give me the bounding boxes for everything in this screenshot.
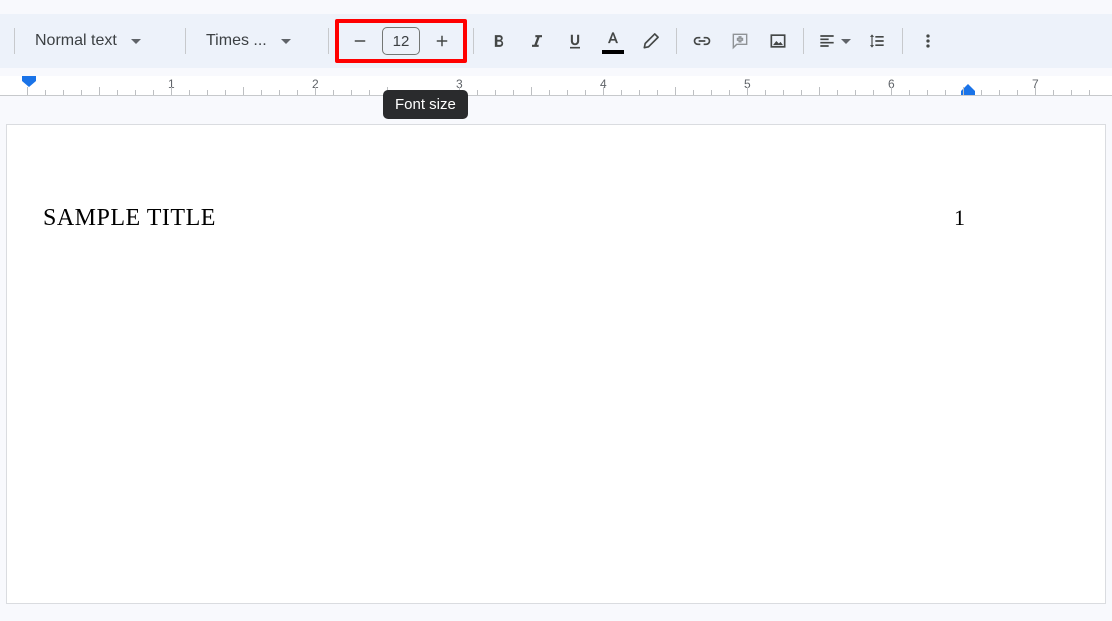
ruler-tick bbox=[891, 87, 892, 95]
decrease-font-size-button[interactable] bbox=[346, 27, 374, 55]
ruler-left-indent-marker[interactable] bbox=[22, 76, 38, 95]
ruler-tick bbox=[837, 90, 838, 95]
separator bbox=[473, 28, 474, 54]
ruler-tick bbox=[315, 87, 316, 95]
ruler-tick bbox=[63, 90, 64, 95]
ruler-tick bbox=[801, 90, 802, 95]
ruler-tick bbox=[783, 90, 784, 95]
italic-button[interactable] bbox=[520, 24, 554, 58]
ruler-tick bbox=[927, 90, 928, 95]
more-options-button[interactable] bbox=[911, 24, 945, 58]
increase-font-size-button[interactable] bbox=[428, 27, 456, 55]
ruler-tick bbox=[27, 87, 28, 95]
font-family-dropdown[interactable]: Times ... bbox=[192, 24, 322, 58]
ruler-tick bbox=[981, 90, 982, 95]
ruler-tick bbox=[495, 90, 496, 95]
ruler-tick bbox=[207, 90, 208, 95]
highlight-color-button[interactable] bbox=[634, 24, 668, 58]
ruler-tick bbox=[711, 90, 712, 95]
ruler-tick bbox=[369, 90, 370, 95]
ruler-tick bbox=[81, 90, 82, 95]
ruler-tick bbox=[549, 90, 550, 95]
ruler-tick bbox=[279, 90, 280, 95]
paragraph-style-label: Normal text bbox=[35, 32, 117, 50]
ruler-tick bbox=[1035, 87, 1036, 95]
ruler-tick bbox=[819, 87, 820, 95]
ruler-tick bbox=[567, 90, 568, 95]
font-size-tooltip: Font size bbox=[383, 90, 468, 119]
document-canvas: SAMPLE TITLE 1 bbox=[0, 96, 1112, 604]
ruler-tick bbox=[225, 90, 226, 95]
line-spacing-button[interactable] bbox=[860, 24, 894, 58]
separator bbox=[328, 28, 329, 54]
ruler-tick bbox=[999, 90, 1000, 95]
ruler-tick bbox=[657, 90, 658, 95]
ruler-tick bbox=[171, 87, 172, 95]
ruler-tick bbox=[873, 90, 874, 95]
ruler-tick bbox=[45, 90, 46, 95]
ruler-tick bbox=[99, 87, 100, 95]
toolbar: Normal text Times ... bbox=[0, 14, 1112, 68]
ruler-tick bbox=[261, 90, 262, 95]
ruler-tick bbox=[333, 90, 334, 95]
ruler-tick bbox=[477, 90, 478, 95]
ruler-tick bbox=[963, 87, 964, 95]
ruler-tick bbox=[747, 87, 748, 95]
ruler-tick bbox=[639, 90, 640, 95]
ruler-tick bbox=[1071, 90, 1072, 95]
ruler-tick bbox=[297, 90, 298, 95]
ruler-tick bbox=[1053, 90, 1054, 95]
add-comment-button[interactable] bbox=[723, 24, 757, 58]
ruler-tick bbox=[1017, 90, 1018, 95]
ruler-tick bbox=[189, 90, 190, 95]
ruler-tick bbox=[675, 87, 676, 95]
separator bbox=[803, 28, 804, 54]
ruler-tick bbox=[729, 90, 730, 95]
font-size-group bbox=[335, 19, 467, 63]
ruler-tick bbox=[855, 90, 856, 95]
chevron-down-icon bbox=[841, 39, 851, 44]
ruler-tick bbox=[135, 90, 136, 95]
ruler-tick bbox=[585, 90, 586, 95]
insert-image-button[interactable] bbox=[761, 24, 795, 58]
ruler-tick bbox=[765, 90, 766, 95]
ruler-tick bbox=[243, 87, 244, 95]
ruler-tick bbox=[351, 90, 352, 95]
page-number: 1 bbox=[954, 205, 965, 231]
page[interactable]: SAMPLE TITLE 1 bbox=[6, 124, 1106, 604]
bold-button[interactable] bbox=[482, 24, 516, 58]
chevron-down-icon bbox=[131, 39, 141, 44]
ruler-tick bbox=[693, 90, 694, 95]
align-button[interactable] bbox=[812, 24, 856, 58]
document-header-text[interactable]: SAMPLE TITLE bbox=[43, 205, 1009, 232]
underline-button[interactable] bbox=[558, 24, 592, 58]
paragraph-style-dropdown[interactable]: Normal text bbox=[21, 24, 179, 58]
ruler-tick bbox=[153, 90, 154, 95]
ruler-tick bbox=[603, 87, 604, 95]
ruler-tick bbox=[117, 90, 118, 95]
font-family-label: Times ... bbox=[206, 32, 267, 50]
ruler-tick bbox=[909, 90, 910, 95]
separator bbox=[676, 28, 677, 54]
font-size-input[interactable] bbox=[382, 27, 420, 55]
separator bbox=[185, 28, 186, 54]
separator bbox=[14, 28, 15, 54]
ruler-tick bbox=[513, 90, 514, 95]
text-color-button[interactable] bbox=[596, 24, 630, 58]
text-color-swatch bbox=[602, 50, 624, 54]
ruler-tick bbox=[531, 87, 532, 95]
separator bbox=[902, 28, 903, 54]
insert-link-button[interactable] bbox=[685, 24, 719, 58]
ruler[interactable]: 1234567 bbox=[0, 76, 1112, 96]
ruler-tick bbox=[945, 90, 946, 95]
chevron-down-icon bbox=[281, 39, 291, 44]
ruler-tick bbox=[1089, 90, 1090, 95]
ruler-tick bbox=[621, 90, 622, 95]
